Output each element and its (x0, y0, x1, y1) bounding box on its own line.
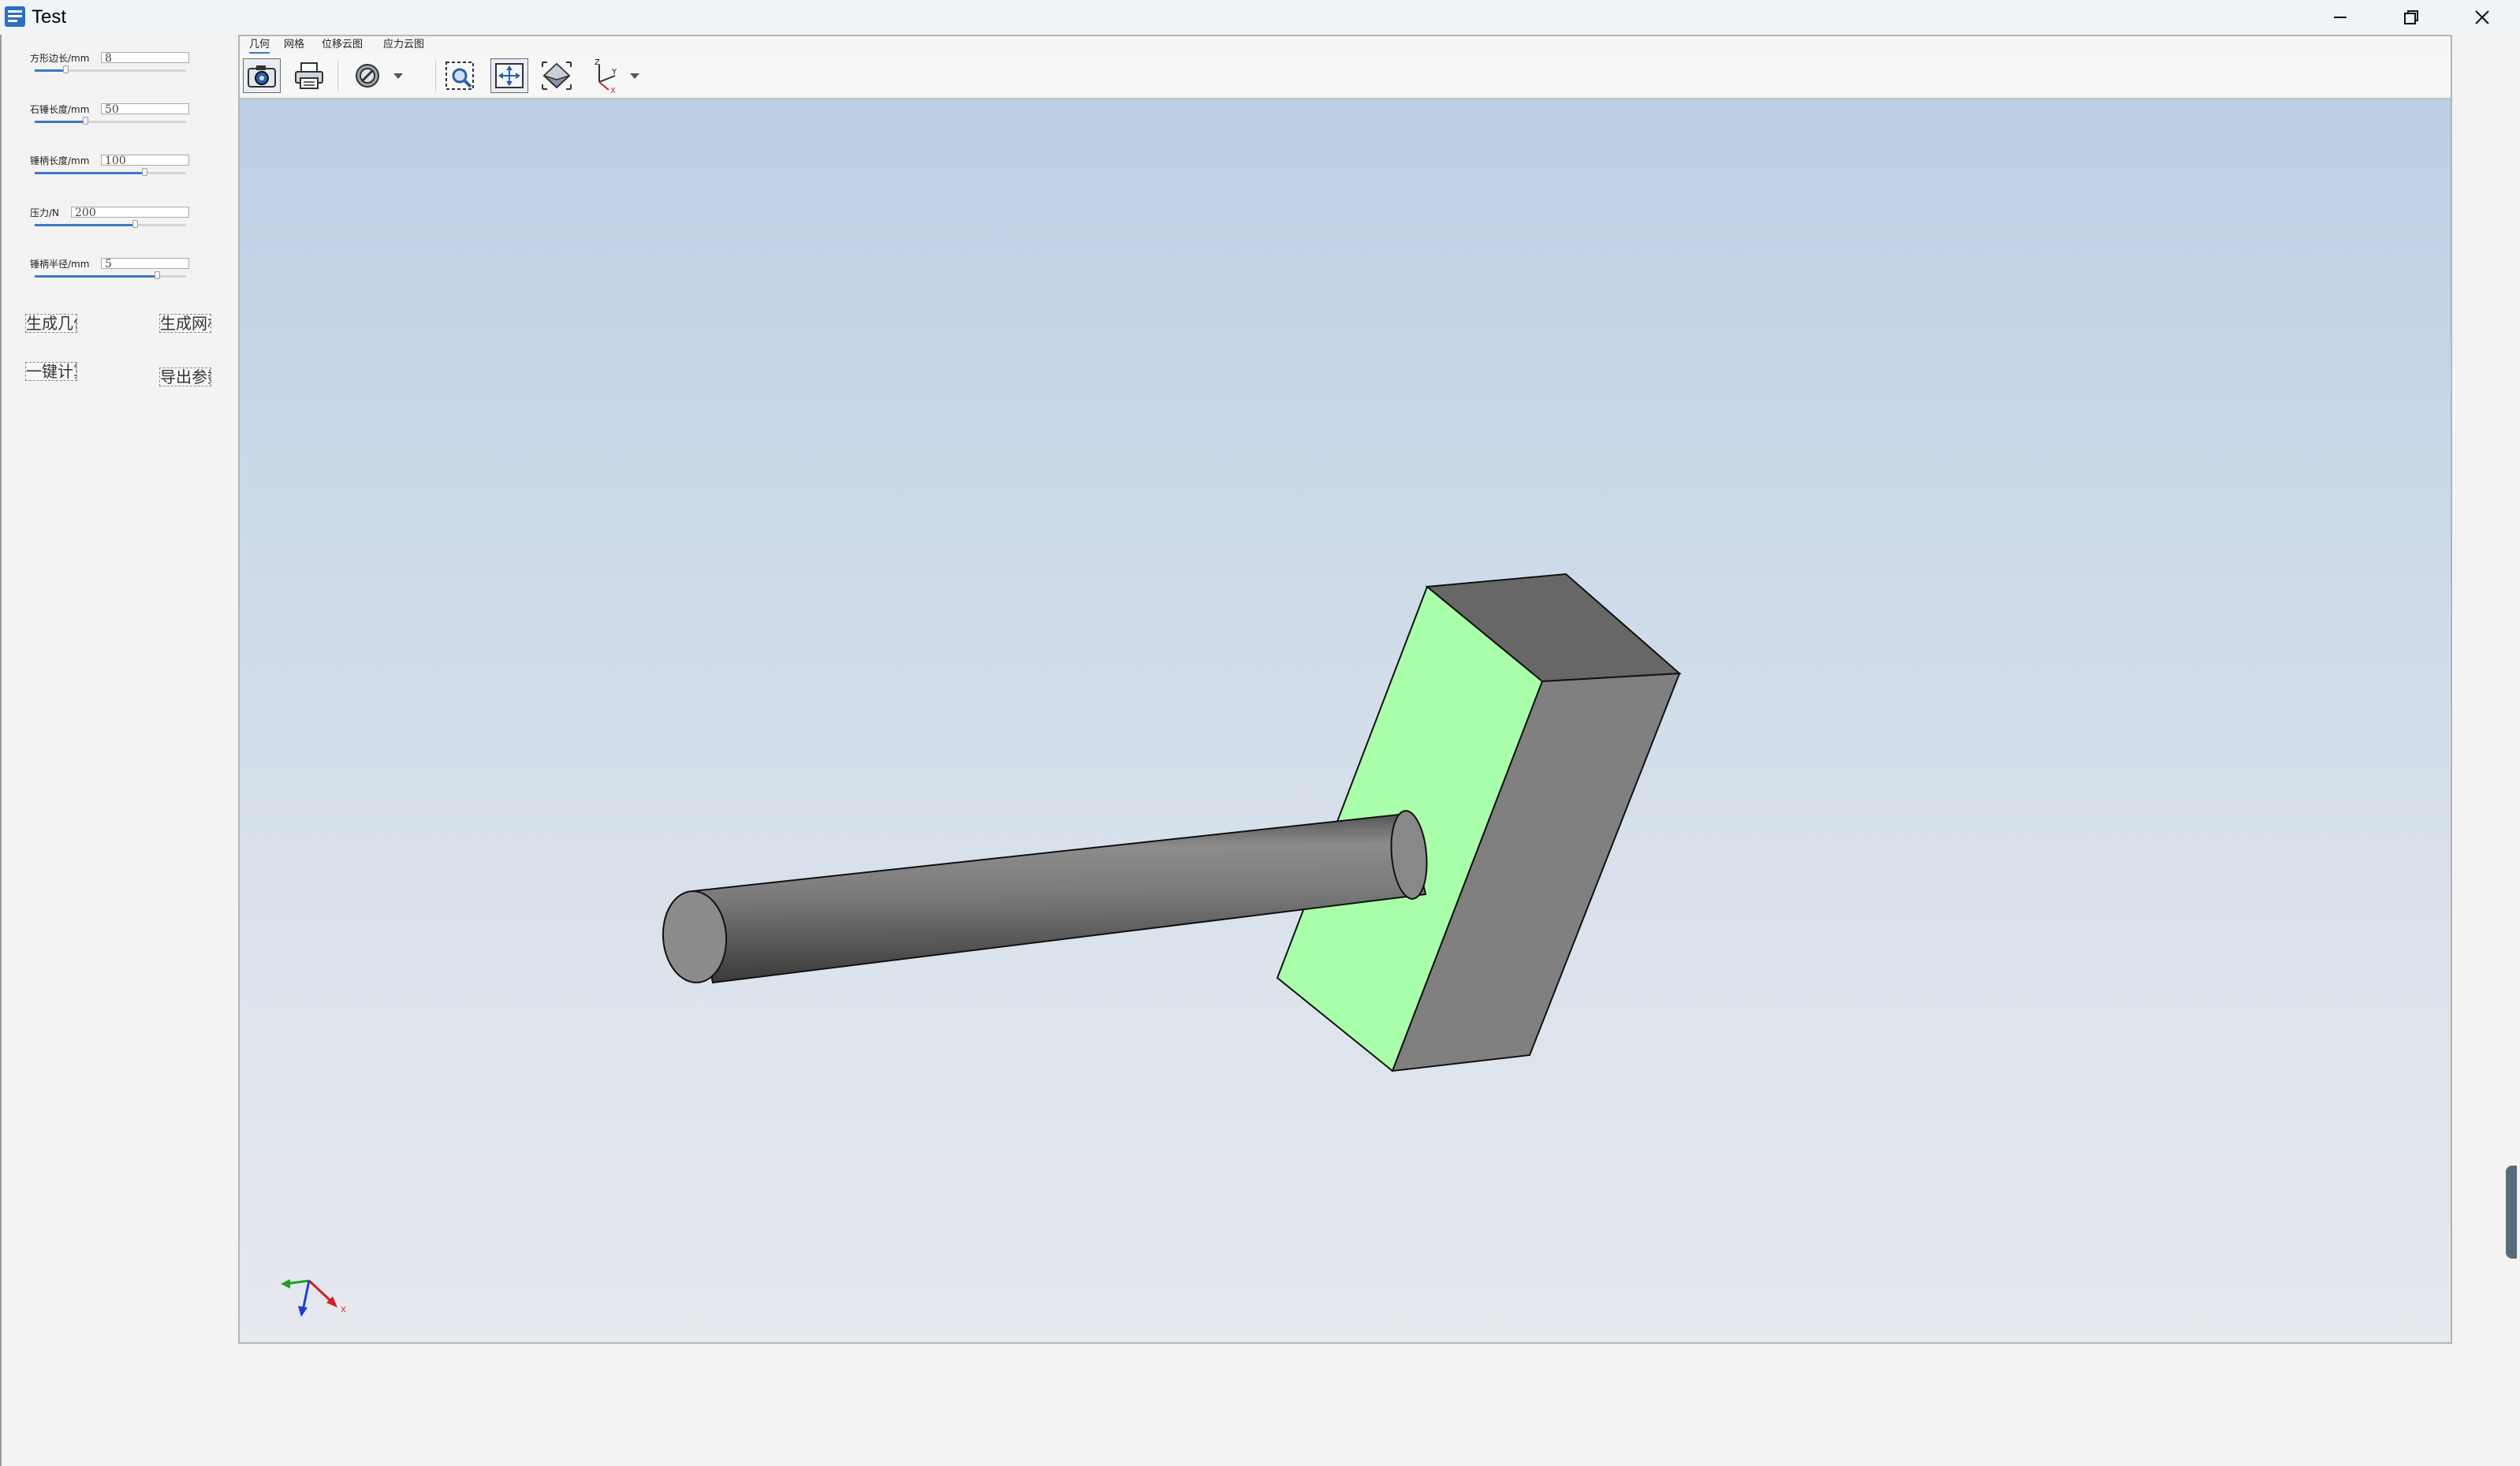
zoom-window-button[interactable] (442, 58, 479, 93)
axis-view-dropdown[interactable] (626, 58, 643, 93)
close-icon (2475, 10, 2489, 24)
handle-length-input[interactable]: 100 (101, 155, 189, 166)
hammer-length-slider-thumb[interactable] (83, 117, 88, 125)
print-button[interactable] (290, 58, 328, 93)
toolbar-separator (337, 60, 338, 91)
camera-icon (248, 65, 276, 88)
tab-geometry[interactable]: 几何 (249, 38, 270, 54)
axis-letter: Z (595, 58, 600, 67)
generate-geometry-button[interactable]: 生成几何 (25, 314, 77, 333)
param-label: 方形边长/mm (30, 53, 90, 64)
slider-fill (35, 69, 65, 72)
param-square-side: 方形边长/mm 8 (30, 50, 196, 82)
side-panel-handle[interactable] (2506, 1166, 2517, 1259)
param-label: 压力/N (30, 207, 60, 218)
restore-button[interactable] (2376, 0, 2446, 35)
display-mode-dropdown[interactable] (390, 58, 407, 93)
minimize-button[interactable] (2306, 0, 2375, 35)
dropdown-arrow-icon (630, 73, 639, 79)
fit-all-icon (495, 63, 524, 88)
app-icon (3, 5, 27, 28)
slider-fill (35, 275, 156, 278)
square-side-slider-thumb[interactable] (63, 65, 69, 73)
dropdown-arrow-icon (393, 73, 403, 79)
main-view-frame: 几何 网格 位移云图 应力云图 Z Y X X (238, 35, 2452, 1344)
hammer-length-input[interactable]: 50 (101, 103, 189, 114)
viewer-toolbar: Z Y X (240, 54, 2451, 99)
param-label: 锤柄长度/mm (30, 155, 90, 166)
window-title: Test (32, 6, 67, 28)
param-handle-radius: 锤柄半径/mm 5 (30, 256, 196, 288)
pressure-slider-thumb[interactable] (132, 220, 138, 228)
slider-fill (35, 121, 85, 123)
close-button[interactable] (2447, 0, 2517, 35)
minimize-icon (2334, 17, 2347, 18)
tab-bar: 几何 网格 位移云图 应力云图 (240, 36, 2451, 54)
display-mode-button[interactable] (350, 58, 388, 93)
3d-viewport[interactable]: X (240, 99, 2451, 1342)
param-label: 石锤长度/mm (30, 104, 90, 115)
screenshot-button[interactable] (243, 58, 281, 93)
iso-view-button[interactable] (538, 58, 576, 93)
title-bar: Test (0, 0, 2520, 35)
param-pressure: 压力/N 200 (30, 205, 196, 237)
generate-mesh-button[interactable]: 生成网格 (159, 314, 211, 333)
toolbar-separator (435, 60, 436, 91)
fit-all-button[interactable] (490, 58, 528, 93)
param-label: 锤柄半径/mm (30, 259, 90, 270)
display-mode-icon (356, 64, 379, 88)
slider-fill (35, 224, 134, 226)
axis-letter: Y (611, 68, 617, 76)
pressure-input[interactable]: 200 (71, 207, 189, 218)
axis-triad: X (270, 1259, 356, 1330)
slider-fill (35, 172, 144, 174)
triad-x-label: X (341, 1306, 346, 1315)
axis-view-icon: Z Y X (595, 58, 617, 93)
axis-view-button[interactable]: Z Y X (587, 58, 624, 93)
param-handle-length: 锤柄长度/mm 100 (30, 153, 196, 185)
parameter-panel: 方形边长/mm 8 石锤长度/mm 50 锤柄长度/mm 100 压力/N 20… (0, 35, 237, 1466)
restore-icon (2404, 10, 2418, 24)
export-params-button[interactable]: 导出参数 (159, 367, 211, 386)
one-click-compute-button[interactable]: 一键计算 (25, 362, 77, 381)
print-icon (295, 62, 323, 89)
zoom-window-icon (445, 62, 474, 90)
param-hammer-length: 石锤长度/mm 50 (30, 102, 196, 133)
handle-radius-input[interactable]: 5 (101, 258, 189, 269)
tab-stress-contour[interactable]: 应力云图 (383, 38, 424, 52)
hammer-model[interactable] (240, 99, 2451, 1342)
tab-mesh[interactable]: 网格 (284, 38, 304, 52)
tab-displacement-contour[interactable]: 位移云图 (322, 38, 363, 52)
handle-length-slider-thumb[interactable] (142, 168, 147, 176)
square-side-input[interactable]: 8 (101, 52, 189, 63)
axis-letter: X (610, 87, 616, 93)
handle-radius-slider-thumb[interactable] (155, 271, 160, 279)
iso-view-icon (542, 62, 572, 90)
